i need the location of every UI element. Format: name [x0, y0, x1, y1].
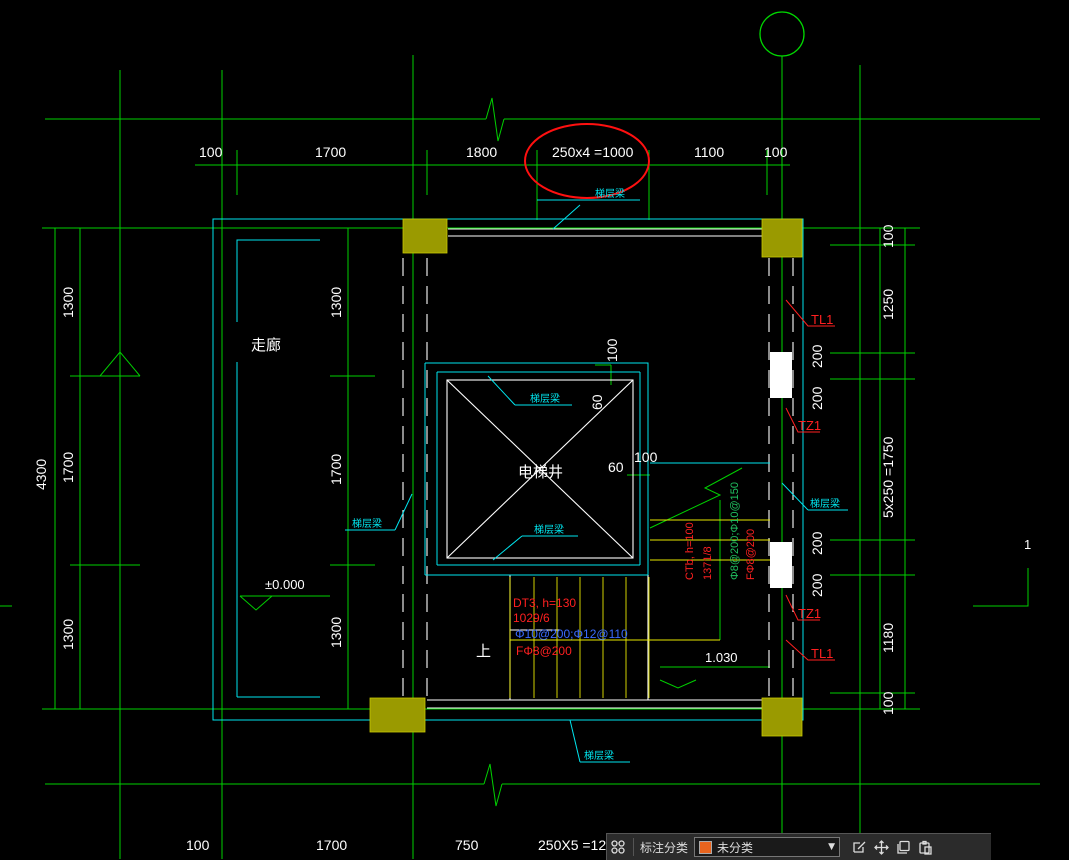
- ctb-note: CTb, h=100: [684, 522, 696, 580]
- edit-icon[interactable]: [848, 836, 870, 858]
- dt3-note: DT3, h=130: [513, 596, 576, 610]
- elevator-shaft-label: 电梯井: [518, 463, 563, 481]
- up-mark: 上: [476, 642, 491, 660]
- top-dim: 1100: [694, 144, 724, 160]
- floor-beam-label: 梯层梁: [810, 497, 840, 510]
- annotation-lines: [212, 199, 848, 763]
- toolbar-divider: [633, 838, 634, 856]
- right-dim: 5x250 =1750: [880, 436, 896, 518]
- bottom-dim: 750: [455, 837, 479, 853]
- top-dim: 250x4 =1000: [552, 144, 634, 160]
- mid-dim: 1700: [328, 454, 344, 485]
- category-label: 标注分类: [640, 840, 689, 855]
- mid-dim: 1300: [328, 287, 344, 318]
- tag-tl1: TL1: [811, 646, 833, 661]
- right-dim: 1250: [880, 289, 896, 320]
- floor-beam-label: 梯层梁: [595, 187, 625, 200]
- shaft-dim: 100: [604, 338, 620, 362]
- top-dim: 1800: [466, 144, 497, 160]
- move-icon[interactable]: [870, 836, 892, 858]
- category-dropdown[interactable]: 未分类 ▼: [694, 837, 841, 857]
- floor-beam-label: 梯层梁: [530, 392, 560, 405]
- shaft-dim: 60: [608, 459, 624, 475]
- right-dim: 1180: [880, 623, 896, 653]
- shaft-dim: 100: [634, 449, 658, 465]
- floor-beam-label: 梯层梁: [584, 749, 614, 762]
- top-dim: 1700: [315, 144, 346, 160]
- elevation-mid: 1.030: [705, 650, 738, 665]
- bottom-dim: 1700: [316, 837, 347, 853]
- copy-icon[interactable]: [892, 836, 914, 858]
- category-color-swatch: [699, 840, 713, 854]
- axis-bubble: [759, 11, 805, 57]
- dt3-note: 1029/6: [513, 611, 550, 625]
- dt3-note: FΦ8@200: [516, 644, 572, 658]
- cad-drawing-canvas[interactable]: 100 1700 1800 250x4 =1000 1100 100 100 1…: [0, 0, 1069, 859]
- highlight-circle: [524, 123, 650, 199]
- ctb-note: 1371/8: [702, 546, 714, 580]
- landing-block: [770, 542, 792, 588]
- bottom-dim: 100: [186, 837, 210, 853]
- right-dim: 100: [880, 224, 896, 248]
- tag-tz1: TZ1: [798, 418, 821, 433]
- left-dim: 1700: [60, 452, 76, 483]
- mid-dim: 1300: [328, 617, 344, 648]
- left-dim: 1300: [60, 619, 76, 650]
- shaft-dim: 60: [589, 394, 605, 410]
- right-dim: 200: [809, 531, 825, 555]
- corridor-label: 走廊: [251, 336, 281, 354]
- ctb-note: Φ8@200;Φ10@150: [729, 482, 741, 580]
- tag-tl1: TL1: [811, 312, 833, 327]
- annotation-toolbar: 标注分类 未分类 ▼: [606, 833, 991, 860]
- grid-icon[interactable]: [607, 836, 629, 858]
- chevron-down-icon: ▼: [828, 842, 836, 852]
- left-overall-dim: 4300: [33, 459, 49, 490]
- left-dim: 1300: [60, 287, 76, 318]
- floor-beam-label: 梯层梁: [352, 517, 382, 530]
- dt3-note: Φ10@200;Φ12@110: [515, 627, 628, 641]
- floor-beam-label: 梯层梁: [534, 523, 564, 536]
- elevation-zero: ±0.000: [265, 577, 305, 592]
- right-dim: 200: [809, 344, 825, 368]
- category-dropdown-value: 未分类: [717, 840, 754, 855]
- right-dim: 200: [809, 386, 825, 410]
- tag-tz1: TZ1: [798, 606, 821, 621]
- paste-icon[interactable]: [914, 836, 936, 858]
- ctb-note: FΦ8@200: [745, 529, 757, 580]
- landing-block: [770, 352, 792, 398]
- side-label: 1: [1024, 537, 1031, 552]
- right-dim: 200: [809, 573, 825, 597]
- right-dim: 100: [880, 691, 896, 715]
- bottom-dim: 250X5 =12: [538, 837, 606, 853]
- top-dim: 100: [764, 144, 788, 160]
- top-dim: 100: [199, 144, 223, 160]
